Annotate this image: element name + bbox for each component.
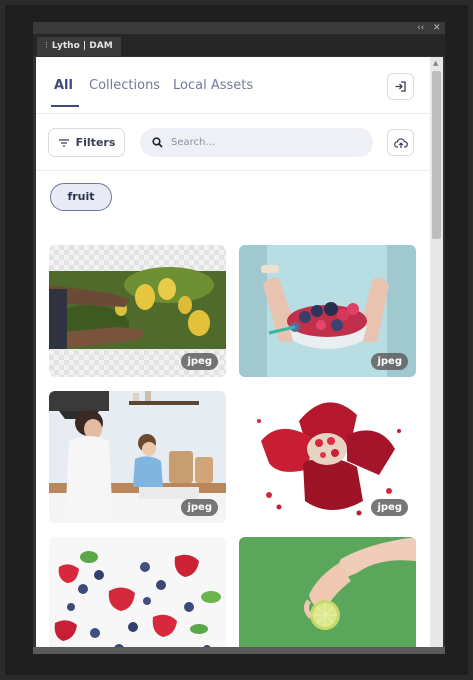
login-arrow-icon [395, 81, 406, 92]
active-tab-indicator [51, 105, 79, 107]
asset-card[interactable] [49, 537, 226, 647]
panel-content: All Collections Local Assets Filters Sea… [36, 57, 430, 647]
search-toolbar: Filters [36, 114, 430, 171]
filter-tag-fruit[interactable]: fruit [50, 183, 112, 211]
file-type-badge: jpeg [181, 499, 218, 516]
vertical-scrollbar[interactable]: ▲ [430, 57, 443, 647]
asset-card[interactable] [239, 537, 416, 647]
collapse-panel-button[interactable]: ‹‹ [417, 22, 424, 34]
asset-card[interactable]: jpeg [239, 245, 416, 377]
panel-tab-bar: ⁝ Lytho | DAM [33, 34, 445, 56]
scroll-up-arrow-icon[interactable]: ▲ [433, 59, 438, 67]
plugin-panel: ‹‹ ✕ ⁝ Lytho | DAM All Collections Local … [33, 22, 445, 654]
login-button[interactable] [387, 73, 414, 100]
panel-tab-label: Lytho | DAM [51, 41, 113, 51]
nav-tabs: All Collections Local Assets [36, 57, 430, 114]
asset-thumbnail-lime [239, 537, 416, 647]
asset-card[interactable]: jpeg [49, 245, 226, 377]
filters-button[interactable]: Filters [48, 128, 125, 157]
tab-all[interactable]: All [54, 78, 73, 93]
search-box[interactable] [140, 128, 373, 157]
close-panel-button[interactable]: ✕ [433, 22, 441, 34]
file-type-badge: jpeg [371, 353, 408, 370]
filters-label: Filters [75, 136, 116, 149]
asset-card[interactable]: jpeg [239, 391, 416, 523]
cloud-upload-icon [393, 137, 408, 148]
filter-lines-icon [58, 138, 69, 147]
tab-collections[interactable]: Collections [89, 78, 160, 93]
scrollbar-thumb[interactable] [432, 71, 441, 239]
tab-local-assets[interactable]: Local Assets [173, 78, 253, 93]
panel-tab-lytho-dam[interactable]: ⁝ Lytho | DAM [37, 37, 121, 56]
search-input[interactable] [169, 136, 363, 149]
magnifier-icon [152, 137, 163, 148]
drag-grip-icon[interactable]: ⁝ [45, 41, 48, 51]
upload-button[interactable] [387, 129, 414, 156]
panel-bottom-bar [33, 647, 445, 654]
asset-card[interactable]: jpeg [49, 391, 226, 523]
asset-thumbnail-berries-white [49, 537, 226, 647]
panel-title-bar: ‹‹ ✕ [33, 22, 445, 34]
file-type-badge: jpeg [371, 499, 408, 516]
file-type-badge: jpeg [181, 353, 218, 370]
